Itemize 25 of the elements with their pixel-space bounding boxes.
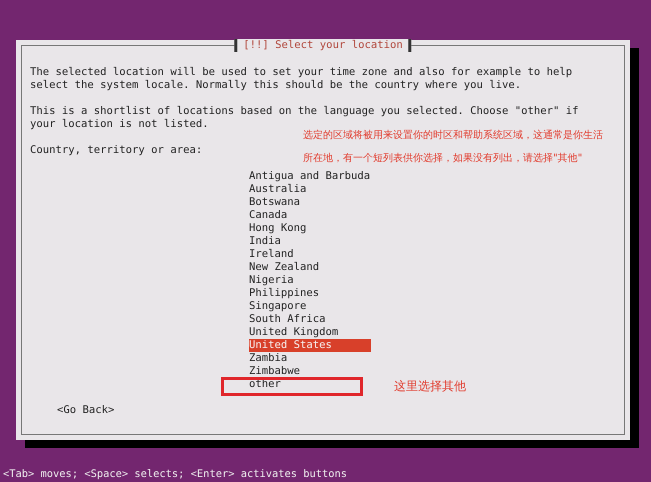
dialog-title: [!!] Select your location	[234, 39, 412, 52]
list-item[interactable]: Australia	[249, 183, 371, 196]
list-item[interactable]: New Zealand	[249, 261, 371, 274]
go-back-button[interactable]: <Go Back>	[57, 404, 114, 417]
list-item[interactable]: Canada	[249, 209, 371, 222]
list-item[interactable]: India	[249, 235, 371, 248]
annotation-text: 选定的区域将被用来设置你的时区和帮助系统区域，这通常是你生活所在地，有一个短列表供你选择，如果没有列出，请选择"其他"	[303, 128, 604, 166]
list-item[interactable]: Zimbabwe	[249, 365, 371, 378]
list-item[interactable]: Antigua and Barbuda	[249, 170, 371, 183]
list-item[interactable]: Singapore	[249, 300, 371, 313]
list-item[interactable]: Hong Kong	[249, 222, 371, 235]
annotation-text: 这里选择其他	[394, 379, 466, 393]
list-item[interactable]: Nigeria	[249, 274, 371, 287]
description-text: The selected location will be used to set your time zone and also for example to help select the system locale. Normally this should be the country where you live.	[30, 66, 574, 92]
list-item[interactable]: Ireland	[249, 248, 371, 261]
field-label: Country, territory or area:	[30, 144, 202, 157]
description-text: This is a shortlist of locations based on the language you selected. Choose "other" if your location is not listed.	[30, 105, 580, 130]
list-item[interactable]: Botswana	[249, 196, 371, 209]
list-item[interactable]: United States	[249, 339, 371, 352]
list-item[interactable]: Zambia	[249, 352, 371, 365]
list-item[interactable]: other	[249, 378, 371, 391]
status-text: <Tab> moves; <Space> selects; <Enter> activates buttons	[3, 468, 348, 481]
list-item[interactable]: United Kingdom	[249, 326, 371, 339]
list-item[interactable]: South Africa	[249, 313, 371, 326]
list-item[interactable]: Philippines	[249, 287, 371, 300]
